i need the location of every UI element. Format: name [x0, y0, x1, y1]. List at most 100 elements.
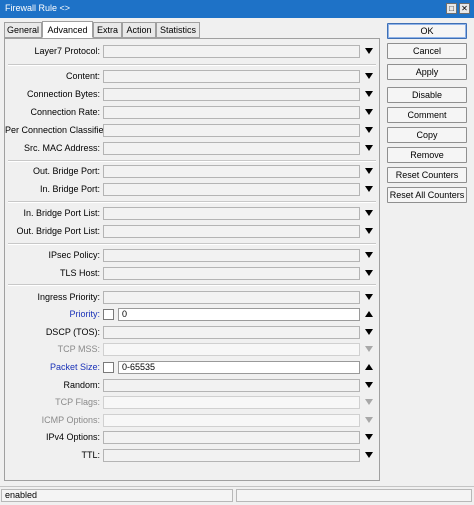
dropdown-arrow-icon[interactable] [365, 91, 373, 97]
divider [8, 243, 376, 245]
dropdown-arrow-icon[interactable] [365, 382, 373, 388]
row-tls-host: TLS Host: [5, 267, 379, 280]
row-connection-bytes: Connection Bytes: [5, 88, 379, 101]
tab-extra[interactable]: Extra [93, 22, 122, 38]
dropdown-arrow-icon[interactable] [365, 329, 373, 335]
tab-general[interactable]: General [4, 22, 42, 38]
reset-counters-button[interactable]: Reset Counters [387, 167, 467, 183]
ipv4-options-input[interactable] [103, 431, 360, 444]
out-bridge-port-label: Out. Bridge Port: [32, 166, 100, 176]
in-bridge-port-select[interactable] [103, 183, 360, 196]
copy-button[interactable]: Copy [387, 127, 467, 143]
priority-label: Priority: [69, 309, 100, 319]
row-ipv4-options: IPv4 Options: [5, 431, 379, 444]
divider [8, 64, 376, 66]
dropdown-arrow-icon[interactable] [365, 145, 373, 151]
tls-host-input[interactable] [103, 267, 360, 280]
row-priority: Priority: 0 [5, 308, 379, 321]
row-tcp-flags: TCP Flags: [5, 396, 379, 409]
advanced-panel: Layer7 Protocol: Content: Connection Byt… [4, 38, 380, 481]
out-bridge-port-select[interactable] [103, 165, 360, 178]
random-label: Random: [63, 380, 100, 390]
divider [8, 284, 376, 286]
connection-bytes-label: Connection Bytes: [26, 89, 100, 99]
dropdown-arrow-icon[interactable] [365, 109, 373, 115]
tab-statistics[interactable]: Statistics [156, 22, 200, 38]
tab-advanced[interactable]: Advanced [42, 21, 93, 38]
ok-button[interactable]: OK [387, 23, 467, 39]
row-in-bridge-port: In. Bridge Port: [5, 183, 379, 196]
dropdown-arrow-icon[interactable] [365, 252, 373, 258]
dropdown-arrow-icon[interactable] [365, 270, 373, 276]
dropdown-arrow-icon[interactable] [365, 346, 373, 352]
dropdown-arrow-icon[interactable] [365, 127, 373, 133]
ipsec-policy-select[interactable] [103, 249, 360, 262]
packet-size-label: Packet Size: [49, 362, 100, 372]
collapse-arrow-icon[interactable] [365, 364, 373, 370]
row-ttl: TTL: [5, 449, 379, 462]
row-src-mac-address: Src. MAC Address: [5, 142, 379, 155]
packet-size-input[interactable]: 0-65535 [118, 361, 360, 374]
dropdown-arrow-icon[interactable] [365, 210, 373, 216]
connection-rate-input[interactable] [103, 106, 360, 119]
in-bridge-port-list-select[interactable] [103, 207, 360, 220]
icmp-options-input[interactable] [103, 414, 360, 427]
dropdown-arrow-icon[interactable] [365, 186, 373, 192]
layer7-protocol-label: Layer7 Protocol: [34, 46, 100, 56]
row-icmp-options: ICMP Options: [5, 414, 379, 427]
status-bar: enabled [0, 486, 474, 505]
out-bridge-port-list-label: Out. Bridge Port List: [16, 226, 100, 236]
apply-button[interactable]: Apply [387, 64, 467, 80]
ttl-input[interactable] [103, 449, 360, 462]
dropdown-arrow-icon[interactable] [365, 228, 373, 234]
in-bridge-port-list-label: In. Bridge Port List: [23, 208, 100, 218]
row-packet-size: Packet Size: 0-65535 [5, 361, 379, 374]
out-bridge-port-list-select[interactable] [103, 225, 360, 238]
collapse-arrow-icon[interactable] [365, 311, 373, 317]
row-ingress-priority: Ingress Priority: [5, 291, 379, 304]
ingress-priority-input[interactable] [103, 291, 360, 304]
dropdown-arrow-icon[interactable] [365, 434, 373, 440]
tcp-flags-input[interactable] [103, 396, 360, 409]
tcp-mss-input[interactable] [103, 343, 360, 356]
dropdown-arrow-icon[interactable] [365, 168, 373, 174]
tcp-mss-label: TCP MSS: [57, 344, 100, 354]
dropdown-arrow-icon[interactable] [365, 417, 373, 423]
close-icon[interactable]: ✕ [459, 3, 470, 14]
priority-input[interactable]: 0 [118, 308, 360, 321]
random-input[interactable] [103, 379, 360, 392]
status-text: enabled [1, 489, 233, 502]
layer7-protocol-select[interactable] [103, 45, 360, 58]
row-content: Content: [5, 70, 379, 83]
dropdown-arrow-icon[interactable] [365, 452, 373, 458]
dropdown-arrow-icon[interactable] [365, 73, 373, 79]
tab-action[interactable]: Action [122, 22, 156, 38]
row-layer7-protocol: Layer7 Protocol: [5, 45, 379, 58]
content-input[interactable] [103, 70, 360, 83]
in-bridge-port-label: In. Bridge Port: [39, 184, 100, 194]
row-connection-rate: Connection Rate: [5, 106, 379, 119]
ipv4-options-label: IPv4 Options: [45, 432, 100, 442]
cancel-button[interactable]: Cancel [387, 43, 467, 59]
dropdown-arrow-icon[interactable] [365, 294, 373, 300]
disable-button[interactable]: Disable [387, 87, 467, 103]
comment-button[interactable]: Comment [387, 107, 467, 123]
dscp-tos-input[interactable] [103, 326, 360, 339]
row-random: Random: [5, 379, 379, 392]
row-dscp-tos: DSCP (TOS): [5, 326, 379, 339]
ipsec-policy-label: IPsec Policy: [48, 250, 100, 260]
reset-all-counters-button[interactable]: Reset All Counters [387, 187, 467, 203]
dropdown-arrow-icon[interactable] [365, 48, 373, 54]
per-connection-classifier-input[interactable] [103, 124, 360, 137]
row-in-bridge-port-list: In. Bridge Port List: [5, 207, 379, 220]
packet-size-negate-checkbox[interactable] [103, 362, 114, 373]
priority-negate-checkbox[interactable] [103, 309, 114, 320]
row-tcp-mss: TCP MSS: [5, 343, 379, 356]
connection-bytes-input[interactable] [103, 88, 360, 101]
content-label: Content: [65, 71, 100, 81]
restore-icon[interactable]: □ [446, 3, 457, 14]
ttl-label: TTL: [81, 450, 100, 460]
remove-button[interactable]: Remove [387, 147, 467, 163]
src-mac-address-input[interactable] [103, 142, 360, 155]
dropdown-arrow-icon[interactable] [365, 399, 373, 405]
